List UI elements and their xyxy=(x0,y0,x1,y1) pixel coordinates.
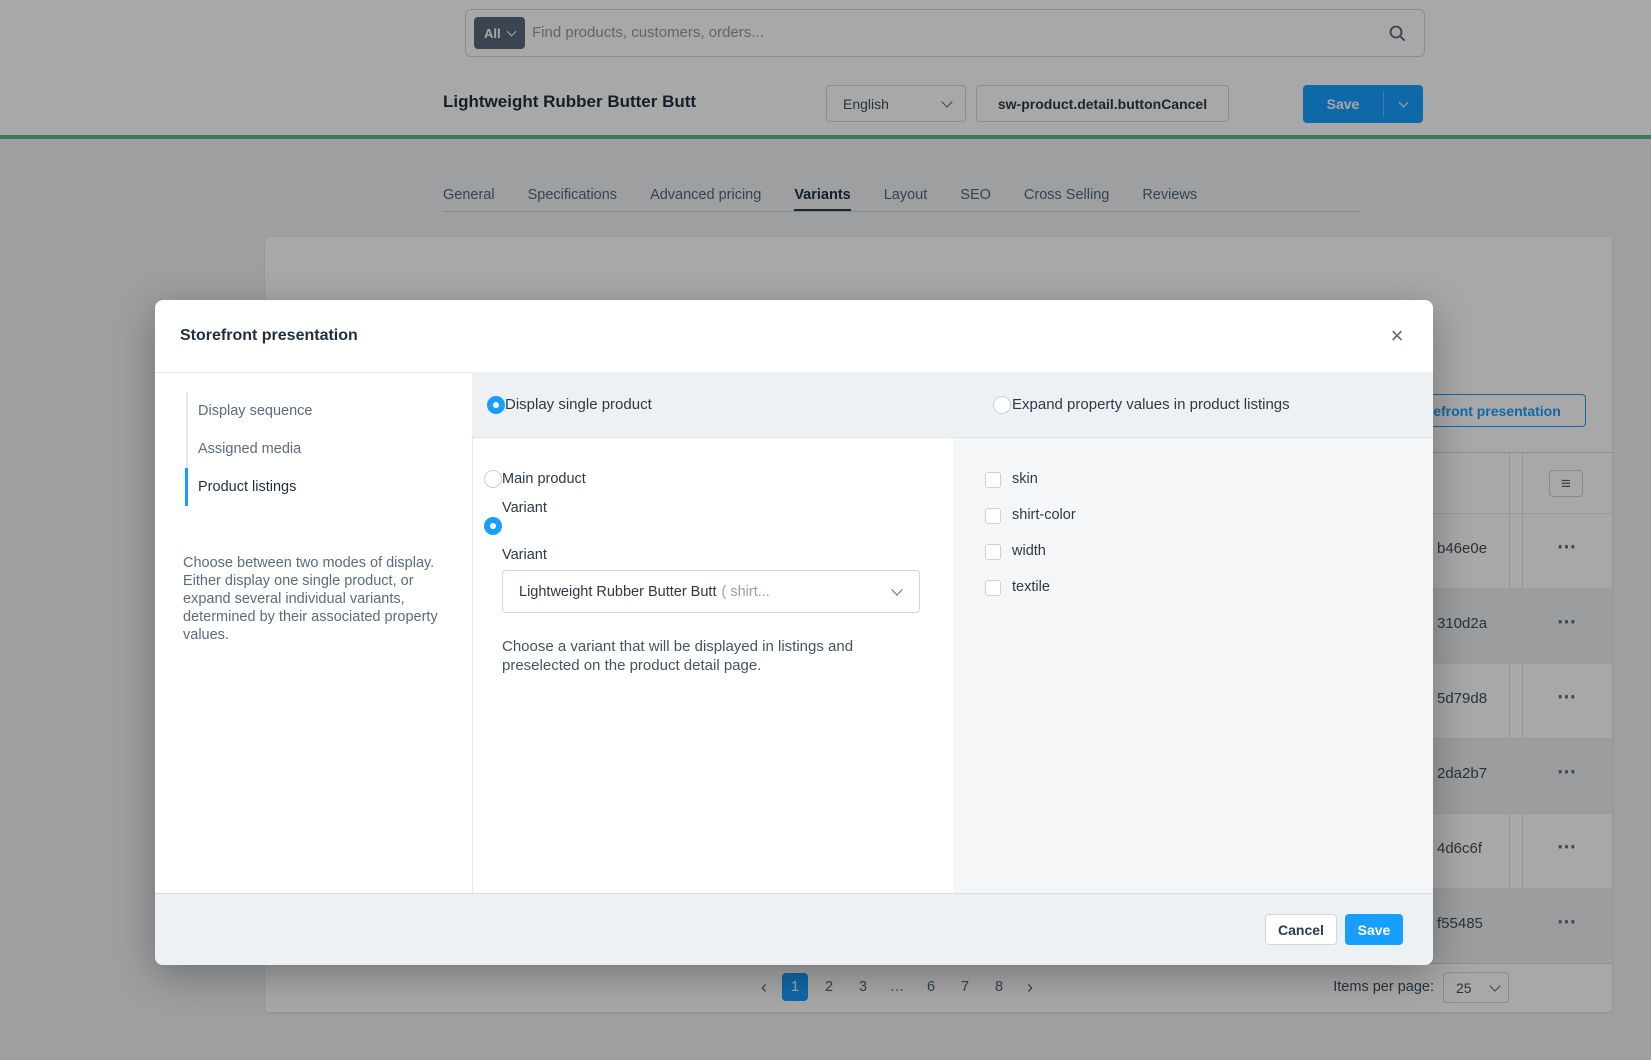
variant-select-value-muted: ( shirt... xyxy=(721,584,769,600)
variant-option-label: Variant xyxy=(502,499,547,517)
storefront-presentation-modal: Storefront presentation × Display sequen… xyxy=(155,300,1433,965)
close-icon[interactable]: × xyxy=(1383,322,1411,350)
variant-radio[interactable] xyxy=(484,517,502,535)
display-single-product-label: Display single product xyxy=(505,396,652,414)
variant-select[interactable]: Lightweight Rubber Butter Butt ( shirt..… xyxy=(502,570,920,613)
main-product-label: Main product xyxy=(502,470,586,488)
display-single-product-radio[interactable] xyxy=(487,396,505,414)
modal-title: Storefront presentation xyxy=(180,300,358,372)
property-label-skin: skin xyxy=(1012,471,1038,488)
property-label-textile: textile xyxy=(1012,579,1050,596)
active-nav-indicator xyxy=(185,468,188,506)
property-label-shirt-color: shirt-color xyxy=(1012,507,1076,524)
variant-select-value: Lightweight Rubber Butter Butt xyxy=(519,584,716,600)
expand-property-values-label: Expand property values in product listin… xyxy=(1012,396,1290,414)
property-label-width: width xyxy=(1012,543,1046,560)
expand-property-values-radio[interactable] xyxy=(993,396,1011,414)
modal-nav-assigned-media[interactable]: Assigned media xyxy=(198,430,301,468)
property-checkbox-skin[interactable] xyxy=(985,472,1001,488)
modal-save-button[interactable]: Save xyxy=(1345,914,1403,945)
modal-nav-product-listings[interactable]: Product listings xyxy=(198,468,296,506)
property-checkbox-shirt-color[interactable] xyxy=(985,508,1001,524)
main-product-radio[interactable] xyxy=(484,470,502,488)
chevron-down-icon xyxy=(891,584,902,595)
modal-nav-display-sequence[interactable]: Display sequence xyxy=(198,392,312,430)
mode-description: Choose between two modes of display. Eit… xyxy=(183,554,449,644)
variant-help-text: Choose a variant that will be displayed … xyxy=(502,637,914,675)
column-divider xyxy=(472,372,473,893)
modal-cancel-button[interactable]: Cancel xyxy=(1265,914,1337,945)
modal-footer: Cancel Save xyxy=(155,893,1433,965)
variant-field-label: Variant xyxy=(502,547,547,563)
property-checkbox-textile[interactable] xyxy=(985,580,1001,596)
property-checkbox-width[interactable] xyxy=(985,544,1001,560)
